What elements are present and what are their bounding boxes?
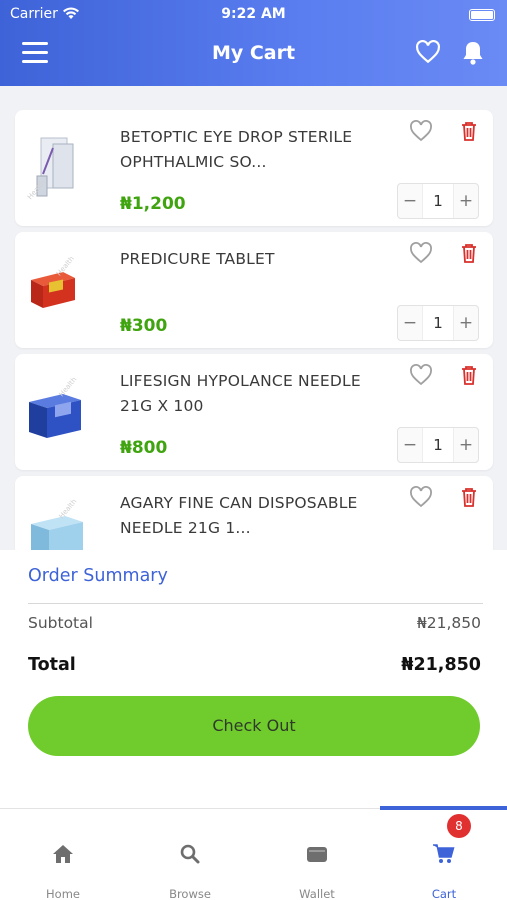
app-header: Carrier 9:22 AM My Cart [0,0,507,86]
cart-item-card: Health PREDICURE TABLET ₦300 − 1 + [15,232,493,348]
subtotal-value: ₦21,850 [416,614,481,632]
nav-browse[interactable]: Browse [127,809,253,900]
quantity-stepper: − 1 + [397,305,479,341]
quantity-value: 1 [422,306,454,340]
product-name[interactable]: PREDICURE TABLET [120,247,380,272]
product-name[interactable]: AGARY FINE CAN DISPOSABLE NEEDLE 21G 1..… [120,491,380,541]
heart-outline-icon[interactable] [409,486,433,514]
nav-browse-label: Browse [169,887,211,900]
heart-outline-icon[interactable] [409,364,433,392]
increase-quantity-button[interactable]: + [454,313,478,333]
increase-quantity-button[interactable]: + [454,435,478,455]
svg-text:Health: Health [58,497,79,520]
cart-item-card: Health LIFESIGN HYPOLANCE NEEDLE 21G X 1… [15,354,493,470]
cart-icon [432,843,456,865]
cart-count-badge: 8 [447,814,471,838]
home-icon [51,843,75,865]
divider [28,603,483,604]
order-summary-title: Order Summary [28,566,168,586]
status-bar: Carrier 9:22 AM [0,4,507,24]
quantity-value: 1 [422,184,454,218]
cart-item-card: Health BETOPTIC EYE DROP STERILE OPHTHAL… [15,110,493,226]
trash-icon[interactable] [459,364,479,386]
subtotal-label: Subtotal [28,614,93,632]
heart-outline-icon[interactable] [409,242,433,270]
nav-cart-label: Cart [431,887,457,900]
product-price: ₦300 [120,316,168,336]
active-tab-indicator [380,806,507,810]
total-label: Total [28,655,76,675]
product-name[interactable]: LIFESIGN HYPOLANCE NEEDLE 21G X 100 [120,369,380,419]
nav-wallet-label: Wallet [299,887,335,900]
battery-icon [469,9,495,21]
wallet-icon [305,843,329,865]
svg-text:Health: Health [58,375,79,398]
decrease-quantity-button[interactable]: − [398,313,422,333]
quantity-stepper: − 1 + [397,183,479,219]
decrease-quantity-button[interactable]: − [398,435,422,455]
product-price: ₦1,200 [120,194,186,214]
product-image: Health [23,124,91,206]
total-value: ₦21,850 [401,655,481,675]
product-price: ₦800 [120,438,168,458]
heart-outline-icon[interactable] [409,120,433,148]
product-name[interactable]: BETOPTIC EYE DROP STERILE OPHTHALMIC SO.… [120,125,380,175]
nav-cart[interactable]: Cart [381,809,507,900]
search-icon [178,843,202,865]
trash-icon[interactable] [459,486,479,508]
trash-icon[interactable] [459,242,479,264]
order-summary-panel: Order Summary Subtotal ₦21,850 Total ₦21… [0,550,507,808]
bell-icon[interactable] [461,40,485,66]
nav-home-label: Home [46,887,80,900]
checkout-button[interactable]: Check Out [28,696,480,756]
wishlist-heart-icon[interactable] [415,39,441,70]
product-image: Health [23,368,91,450]
quantity-value: 1 [422,428,454,462]
trash-icon[interactable] [459,120,479,142]
clock: 9:22 AM [221,6,286,22]
nav-home[interactable]: Home [0,809,126,900]
quantity-stepper: − 1 + [397,427,479,463]
top-bar: My Cart [0,32,507,76]
increase-quantity-button[interactable]: + [454,191,478,211]
decrease-quantity-button[interactable]: − [398,191,422,211]
product-image: Health [23,246,91,328]
nav-wallet[interactable]: Wallet [254,809,380,900]
bottom-navigation: Home Browse Wallet Cart [0,808,507,900]
